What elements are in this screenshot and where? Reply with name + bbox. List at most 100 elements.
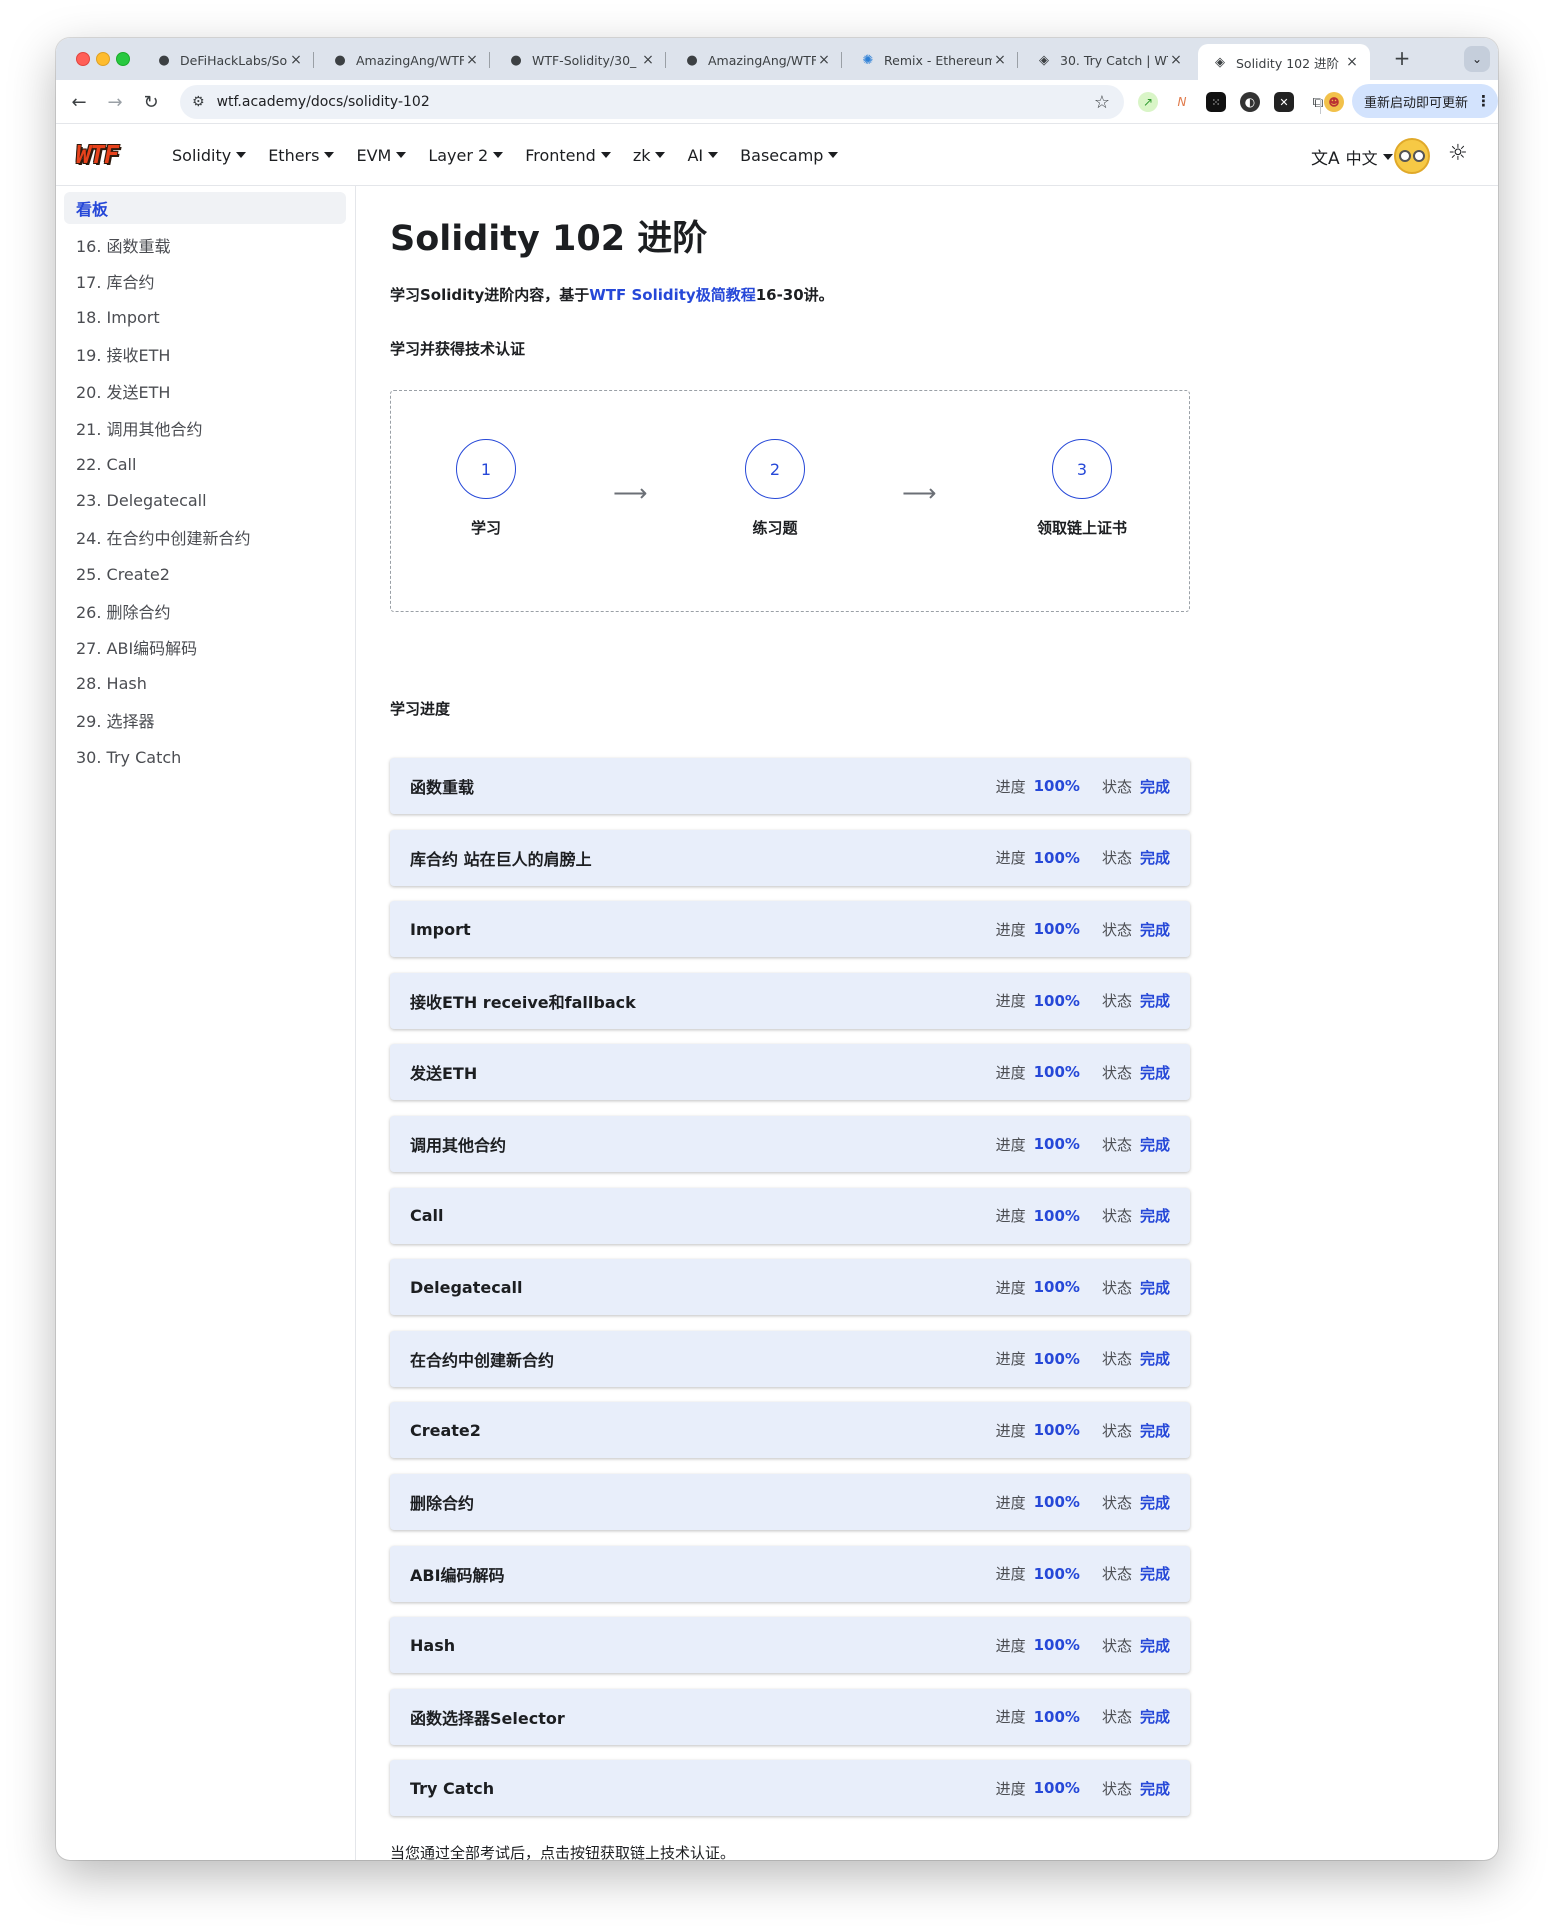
lesson-row[interactable]: 库合约 站在巨人的肩膀上 进度 100% 状态 完成 (390, 829, 1190, 886)
nav-item-layer-2[interactable]: Layer 2 (428, 146, 504, 165)
wtf-logo[interactable]: WTF (76, 142, 142, 168)
github-icon: ● (158, 52, 170, 68)
tab-title: AmazingAng/WTF (708, 52, 816, 68)
profile-icon[interactable]: ☻ (1324, 92, 1344, 112)
lesson-row[interactable]: 函数选择器Selector 进度 100% 状态 完成 (390, 1688, 1190, 1745)
sidebar-item[interactable]: 24. 在合约中创建新合约 (64, 521, 346, 553)
language-label: 中文 (1345, 148, 1378, 168)
status-label: 状态 (1101, 1565, 1132, 1584)
avatar[interactable] (1394, 138, 1430, 174)
lesson-row[interactable]: 删除合约 进度 100% 状态 完成 (390, 1474, 1190, 1530)
close-tab-icon[interactable]: × (464, 52, 480, 68)
bookmark-star-icon[interactable]: ☆ (1094, 92, 1110, 113)
sidebar-item[interactable]: 20. 发送ETH (64, 375, 346, 407)
sidebar-item[interactable]: 30. Try Catch (64, 741, 346, 773)
sidebar-item[interactable]: 18. Import (64, 302, 346, 334)
sidebar-item[interactable]: 17. 库合约 (64, 265, 346, 297)
tutorial-link[interactable]: WTF Solidity极简教程 (589, 286, 755, 304)
site-info-icon[interactable]: ⚙ (192, 94, 205, 110)
tab-search-button[interactable]: ⌄ (1464, 46, 1490, 72)
new-tab-button[interactable]: + (1390, 46, 1414, 70)
chevron-down-icon (236, 152, 247, 158)
relaunch-update-button[interactable]: 重新启动即可更新 ⋮ (1352, 84, 1498, 118)
lesson-row[interactable]: Hash 进度 100% 状态 完成 (390, 1617, 1190, 1674)
sidebar-item[interactable]: 21. 调用其他合约 (64, 412, 346, 444)
minimize-window-button[interactable] (96, 52, 110, 66)
extension-badge-icon[interactable]: ◐ (1240, 92, 1260, 112)
lesson-row[interactable]: 调用其他合约 进度 100% 状态 完成 (390, 1116, 1190, 1172)
nav-item-label: zk (632, 145, 651, 165)
browser-tab[interactable]: ● AmazingAng/WTF × (670, 44, 842, 76)
extension-x-icon[interactable]: ✕ (1274, 92, 1294, 112)
lesson-row[interactable]: Create2 进度 100% 状态 完成 (390, 1402, 1190, 1459)
toolbar-divider (1320, 98, 1321, 114)
sidebar-item[interactable]: 25. Create2 (64, 558, 346, 590)
close-tab-icon[interactable]: × (1168, 52, 1184, 68)
progress-label: 进度 (995, 1708, 1026, 1727)
progress-label: 进度 (995, 1493, 1026, 1512)
nav-item-label: Frontend (525, 145, 596, 165)
lesson-row[interactable]: ABI编码解码 进度 100% 状态 完成 (390, 1545, 1190, 1602)
status-label: 状态 (1101, 1421, 1132, 1440)
lesson-row[interactable]: 在合约中创建新合约 进度 100% 状态 完成 (390, 1330, 1190, 1387)
lesson-name: Import (410, 919, 471, 939)
status-label: 状态 (1101, 1493, 1132, 1512)
maximize-window-button[interactable] (116, 52, 130, 66)
extension-dice-icon[interactable]: ⁙ (1206, 92, 1226, 112)
nav-item-ai[interactable]: AI (687, 145, 719, 165)
sidebar-item[interactable]: 22. Call (64, 448, 346, 480)
browser-tab[interactable]: ● AmazingAng/WTF × (318, 44, 490, 76)
sidebar-item[interactable]: 29. 选择器 (64, 704, 346, 736)
tab-separator (841, 52, 842, 68)
extension-n-icon[interactable]: N (1172, 92, 1192, 112)
sidebar-item[interactable]: 26. 删除合约 (64, 595, 346, 627)
step-number: 1 (456, 439, 516, 499)
extension-chart-icon[interactable]: ↗ (1138, 92, 1158, 112)
lesson-row[interactable]: 函数重载 进度 100% 状态 完成 (390, 758, 1190, 814)
browser-tab[interactable]: ◈ Solidity 102 进阶 | × (1198, 44, 1370, 80)
progress-label: 进度 (995, 1636, 1026, 1655)
browser-tab[interactable]: ● WTF-Solidity/30_ × (494, 44, 666, 76)
reload-icon[interactable]: ↻ (138, 89, 164, 115)
browser-tab[interactable]: ● DeFiHackLabs/Sol × (142, 44, 314, 76)
nav-item-ethers[interactable]: Ethers (268, 146, 335, 165)
address-bar[interactable]: ⚙ wtf.academy/docs/solidity-102 ☆ (180, 85, 1124, 119)
close-tab-icon[interactable]: × (288, 52, 304, 68)
status-label: 状态 (1101, 1063, 1132, 1082)
theme-toggle-sun-icon[interactable]: ☼ (1448, 141, 1468, 166)
nav-item-evm[interactable]: EVM (356, 146, 407, 165)
progress-value: 100% (1033, 1135, 1080, 1153)
language-selector[interactable]: 文A 中文 (1311, 144, 1393, 169)
close-tab-icon[interactable]: × (816, 52, 832, 68)
nav-item-frontend[interactable]: Frontend (525, 146, 611, 165)
browser-tab[interactable]: ✺ Remix - Ethereum × (846, 44, 1018, 76)
close-window-button[interactable] (76, 52, 90, 66)
sidebar-item[interactable]: 23. Delegatecall (64, 485, 346, 517)
sidebar-item[interactable]: 16. 函数重载 (64, 229, 346, 261)
sidebar-item-dashboard[interactable]: 看板 (64, 192, 346, 224)
more-menu-icon[interactable]: ⋮ (1476, 92, 1491, 110)
browser-toolbar: ← → ↻ ⚙ wtf.academy/docs/solidity-102 ☆ … (56, 80, 1498, 124)
browser-tab[interactable]: ◈ 30. Try Catch | WT × (1022, 44, 1194, 76)
lesson-row[interactable]: Delegatecall 进度 100% 状态 完成 (390, 1259, 1190, 1316)
close-tab-icon[interactable]: × (640, 52, 656, 68)
lesson-name: Delegatecall (410, 1277, 523, 1297)
lesson-row[interactable]: 接收ETH receive和fallback 进度 100% 状态 完成 (390, 972, 1190, 1029)
sidebar-item[interactable]: 28. Hash (64, 668, 346, 700)
sidebar-item[interactable]: 19. 接收ETH (64, 338, 346, 370)
url-text[interactable]: wtf.academy/docs/solidity-102 (217, 94, 1094, 110)
close-tab-icon[interactable]: × (992, 52, 1008, 68)
nav-item-solidity[interactable]: Solidity (172, 146, 247, 165)
nav-item-label: AI (687, 145, 704, 165)
close-tab-icon[interactable]: × (1344, 54, 1360, 70)
nav-item-basecamp[interactable]: Basecamp (740, 146, 839, 165)
forward-icon[interactable]: → (102, 89, 128, 115)
sidebar-item[interactable]: 27. ABI编码解码 (64, 631, 346, 663)
lesson-row[interactable]: Try Catch 进度 100% 状态 完成 (390, 1760, 1190, 1817)
nav-item-zk[interactable]: zk (633, 146, 666, 165)
lesson-row[interactable]: Call 进度 100% 状态 完成 (390, 1187, 1190, 1244)
tab-title: Remix - Ethereum (884, 52, 992, 68)
lesson-row[interactable]: Import 进度 100% 状态 完成 (390, 901, 1190, 958)
lesson-row[interactable]: 发送ETH 进度 100% 状态 完成 (390, 1044, 1190, 1101)
back-icon[interactable]: ← (66, 89, 92, 115)
